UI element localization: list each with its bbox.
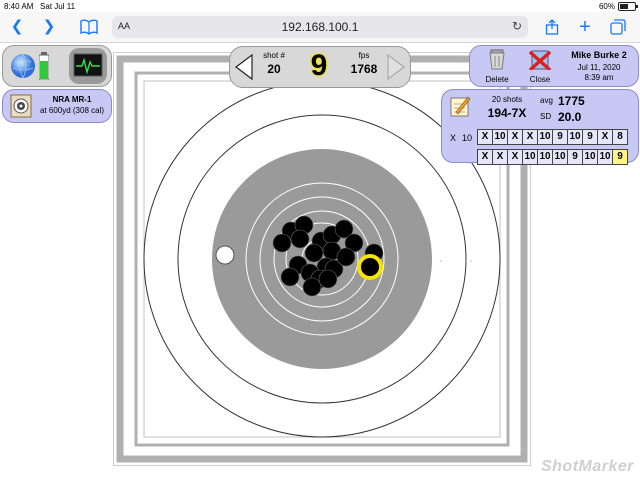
shot-marker[interactable]: [302, 277, 322, 297]
target-detail: at 600yd (308 cal): [39, 106, 105, 115]
battery-icon: [618, 2, 638, 11]
score-cell[interactable]: X: [477, 129, 493, 145]
share-icon[interactable]: [543, 19, 561, 35]
bookmarks-icon[interactable]: [80, 19, 98, 35]
total-score: 194-7X: [487, 106, 527, 120]
score-cell[interactable]: X: [492, 149, 508, 165]
score-cell[interactable]: X: [507, 149, 523, 165]
score-cell[interactable]: X: [597, 129, 613, 145]
avg-value: 1775: [558, 94, 585, 108]
status-time-text: 8:40 AM: [4, 2, 34, 11]
target-icon: [8, 93, 34, 119]
watermark: ShotMarker: [540, 458, 634, 475]
shot-marker[interactable]: [280, 267, 300, 287]
shot-number: 20: [267, 62, 281, 76]
status-battery: 60%: [598, 2, 638, 11]
next-shot-icon[interactable]: [386, 53, 406, 86]
status-date: Sat Jul 11: [40, 2, 76, 11]
delete-label: Delete: [485, 75, 509, 84]
score-row-2: X X X 10 10 10 9 10 10 9: [477, 146, 628, 165]
shot-label: shot #: [263, 51, 285, 60]
shot-count: 20 shots: [491, 95, 523, 104]
sd-label: SD: [540, 112, 552, 121]
tool-buttons: [2, 45, 112, 87]
fps-value: 1768: [350, 62, 378, 76]
score-cell[interactable]: 10: [597, 149, 613, 165]
forward-icon[interactable]: ❯: [40, 19, 58, 35]
waveform-icon: [73, 53, 103, 77]
avg-label: avg: [540, 96, 553, 105]
score-cell[interactable]: 9: [612, 149, 628, 165]
shot-marker[interactable]: [290, 229, 310, 249]
shot-marker[interactable]: [336, 247, 356, 267]
score-cell[interactable]: 10: [522, 149, 538, 165]
session-time: 8:39 am: [584, 73, 614, 82]
score-cell[interactable]: X: [477, 149, 493, 165]
current-shot-panel: shot # 20 9 fps 1768: [229, 46, 411, 88]
close-label: Close: [529, 75, 551, 84]
monitor-button[interactable]: [69, 48, 107, 84]
trash-icon: [489, 49, 505, 70]
score-cell[interactable]: 10: [552, 149, 568, 165]
notepad-icon: [448, 94, 472, 118]
score-cell[interactable]: X: [507, 129, 523, 145]
stats-panel[interactable]: 20 shots 194-7X avg 1775 SD 20.0 X 10 X1…: [441, 89, 639, 165]
shot-score: 9: [310, 49, 328, 82]
score-cell[interactable]: 10: [492, 129, 508, 145]
target-name: NRA MR-1: [52, 95, 92, 104]
shot-marker[interactable]: [272, 233, 292, 253]
score-cell[interactable]: 10: [537, 129, 553, 145]
status-time: 8:40 AM Sat Jul 11: [4, 2, 75, 11]
close-button[interactable]: Close: [520, 48, 560, 84]
shot-marker[interactable]: [318, 269, 338, 289]
x-count: 10: [462, 133, 473, 143]
reload-icon[interactable]: ↻: [512, 19, 522, 33]
fps-label: fps: [358, 51, 370, 60]
score-cell[interactable]: 9: [582, 129, 598, 145]
session-date: Jul 11, 2020: [577, 63, 621, 72]
sd-value: 20.0: [558, 110, 582, 124]
battery-level-icon: [38, 52, 50, 81]
score-cell[interactable]: 8: [612, 129, 628, 145]
score-cell[interactable]: 10: [582, 149, 598, 165]
score-cell[interactable]: 9: [567, 149, 583, 165]
new-tab-icon[interactable]: +: [576, 17, 594, 37]
shotmarker-app: 7 6 5 NRA MR-1 at 600yd (308 cal) shot #…: [0, 43, 640, 480]
address-bar[interactable]: AA 192.168.100.1 ↻: [112, 16, 528, 38]
previous-shot-icon[interactable]: [234, 53, 254, 86]
score-cell[interactable]: X: [522, 129, 538, 145]
back-icon[interactable]: ❮: [8, 19, 26, 35]
browser-toolbar: ❮ ❯ AA 192.168.100.1 ↻ +: [0, 12, 640, 43]
shooter-name: Mike Burke 2: [571, 50, 627, 60]
shot-marker[interactable]: [304, 243, 324, 263]
score-cell[interactable]: 9: [552, 129, 568, 145]
x-label: X: [450, 133, 457, 143]
session-panel: Delete Close Mike Burke 2 Jul 11, 2020 8…: [469, 45, 639, 87]
tabs-icon[interactable]: [609, 19, 627, 35]
score-cell[interactable]: 10: [567, 129, 583, 145]
url-text: 192.168.100.1: [281, 20, 359, 34]
delete-button[interactable]: Delete: [476, 48, 518, 84]
target-info-button[interactable]: NRA MR-1 at 600yd (308 cal): [2, 89, 112, 123]
score-row-1: X 10 X X 10 9 10 9 X 8: [477, 126, 628, 145]
battery-percent: 60%: [598, 2, 615, 11]
score-cell[interactable]: 10: [537, 149, 553, 165]
shot-score-grid: X 10 X X 10 9 10 9 X 8 X X X 10 10 10 9 10 10 9: [477, 126, 628, 165]
close-icon: [529, 50, 551, 71]
connection-icon[interactable]: [9, 50, 37, 82]
